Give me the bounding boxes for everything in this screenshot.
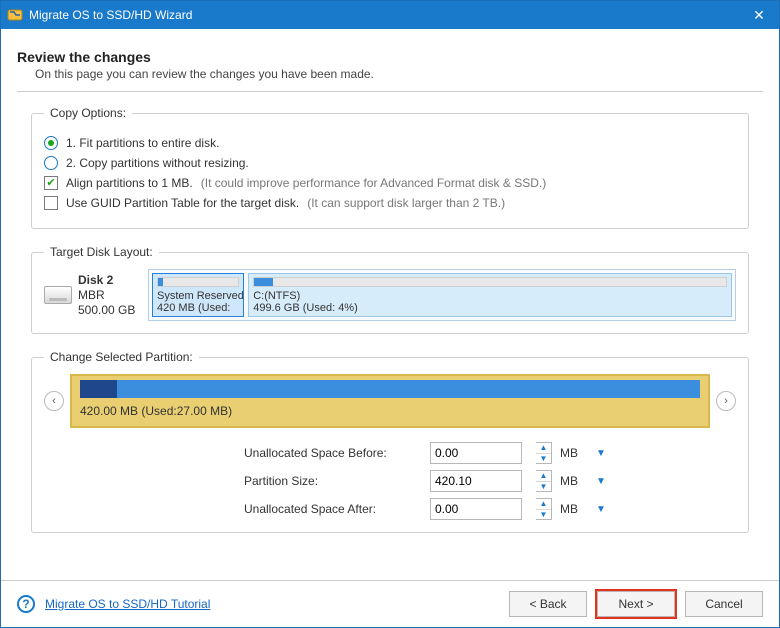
titlebar: Migrate OS to SSD/HD Wizard ✕: [1, 1, 779, 29]
unalloc-after-unit-dropdown[interactable]: ▼: [592, 504, 610, 515]
radio-copy-no-resize[interactable]: [44, 156, 58, 170]
partition-size-spinner[interactable]: ▲▼: [536, 470, 552, 492]
partition-size-unit-dropdown[interactable]: ▼: [592, 476, 610, 487]
disk-type: MBR: [78, 288, 135, 303]
unalloc-before-spinner[interactable]: ▲▼: [536, 442, 552, 464]
checkbox-align-1mb[interactable]: [44, 176, 58, 190]
checkbox-align-label: Align partitions to 1 MB.: [66, 176, 193, 190]
change-selected-partition-group: Change Selected Partition: ‹ 420.00 MB (…: [31, 350, 749, 533]
unalloc-before-label: Unallocated Space Before:: [244, 446, 424, 460]
unalloc-before-input[interactable]: [430, 442, 522, 464]
unalloc-before-unit-dropdown[interactable]: ▼: [592, 448, 610, 459]
unalloc-after-unit: MB: [560, 502, 586, 516]
unalloc-after-input[interactable]: [430, 498, 522, 520]
page-subtitle: On this page you can review the changes …: [35, 67, 763, 81]
app-icon: [7, 7, 23, 23]
page-title: Review the changes: [17, 49, 763, 65]
next-button[interactable]: Next >: [597, 591, 675, 617]
partition-prev-button[interactable]: ‹: [44, 391, 64, 411]
partition-size-field-label: Partition Size:: [244, 474, 424, 488]
cancel-button[interactable]: Cancel: [685, 591, 763, 617]
disk-name: Disk 2: [78, 273, 135, 288]
target-disk-layout-group: Target Disk Layout: Disk 2 MBR 500.00 GB…: [31, 245, 749, 334]
partition-size-slider[interactable]: 420.00 MB (Used:27.00 MB): [70, 374, 710, 428]
disk-info: Disk 2 MBR 500.00 GB: [44, 269, 144, 321]
close-button[interactable]: ✕: [739, 1, 779, 29]
checkbox-gpt-label: Use GUID Partition Table for the target …: [66, 196, 299, 210]
partition-sub: 420 MB (Used:: [157, 302, 239, 314]
tutorial-link[interactable]: Migrate OS to SSD/HD Tutorial: [45, 597, 210, 611]
partition-c[interactable]: C:(NTFS) 499.6 GB (Used: 4%): [248, 273, 732, 317]
unalloc-after-spinner[interactable]: ▲▼: [536, 498, 552, 520]
partition-name: System Reserved: [157, 290, 239, 302]
partition-size-input[interactable]: [430, 470, 522, 492]
copy-options-group: Copy Options: 1. Fit partitions to entir…: [31, 106, 749, 229]
change-selected-partition-legend: Change Selected Partition:: [44, 350, 199, 364]
footer: ? Migrate OS to SSD/HD Tutorial < Back N…: [1, 580, 779, 627]
partition-next-button[interactable]: ›: [716, 391, 736, 411]
help-icon[interactable]: ?: [17, 595, 35, 613]
radio-copy-label: 2. Copy partitions without resizing.: [66, 156, 249, 170]
partition-size-label: 420.00 MB (Used:27.00 MB): [80, 404, 700, 418]
disk-size: 500.00 GB: [78, 303, 135, 318]
target-disk-layout-legend: Target Disk Layout:: [44, 245, 159, 259]
partition-name: C:(NTFS): [253, 290, 727, 302]
disk-icon: [44, 286, 72, 304]
radio-fit-entire-disk[interactable]: [44, 136, 58, 150]
copy-options-legend: Copy Options:: [44, 106, 132, 120]
unalloc-before-unit: MB: [560, 446, 586, 460]
radio-fit-label: 1. Fit partitions to entire disk.: [66, 136, 219, 150]
partition-sub: 499.6 GB (Used: 4%): [253, 302, 727, 314]
checkbox-gpt[interactable]: [44, 196, 58, 210]
divider: [17, 91, 763, 92]
partition-container: System Reserved 420 MB (Used: C:(NTFS) 4…: [148, 269, 736, 321]
window-title: Migrate OS to SSD/HD Wizard: [29, 8, 739, 22]
unalloc-after-label: Unallocated Space After:: [244, 502, 424, 516]
partition-size-unit: MB: [560, 474, 586, 488]
back-button[interactable]: < Back: [509, 591, 587, 617]
checkbox-align-note: (It could improve performance for Advanc…: [201, 176, 546, 190]
partition-system-reserved[interactable]: System Reserved 420 MB (Used:: [152, 273, 244, 317]
checkbox-gpt-note: (It can support disk larger than 2 TB.): [307, 196, 505, 210]
